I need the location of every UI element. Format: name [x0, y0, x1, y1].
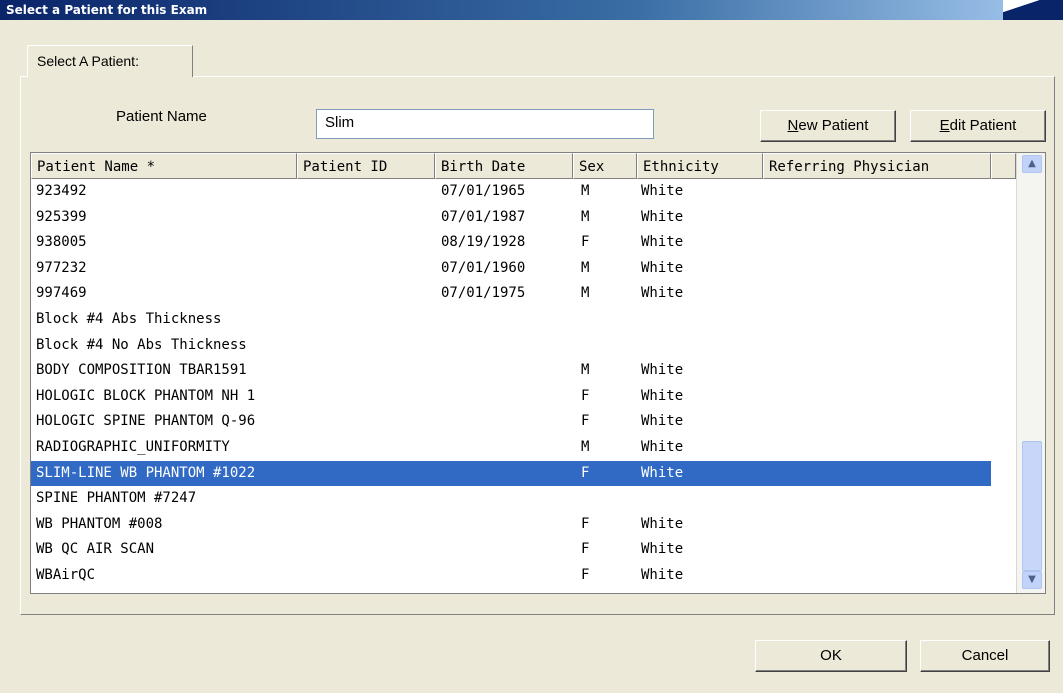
birth-date-cell: 07/01/1975	[441, 285, 526, 302]
table-row[interactable]: WB QC AIR SCAN F White	[31, 537, 1016, 563]
patient-name-cell: WBAirQC	[36, 566, 96, 583]
sex-cell: F	[581, 515, 590, 532]
sex-cell: M	[581, 183, 590, 199]
sex-cell: M	[581, 362, 590, 379]
ethnicity-cell: White	[641, 387, 684, 404]
table-row[interactable]: BODY COMPOSITION TBAR1591 M White	[31, 358, 1016, 384]
patient-name-cell: SLIM-LINE WB PHANTOM #1022	[36, 464, 256, 481]
table-row[interactable]: 977232 07/01/1960 M White	[31, 256, 1016, 282]
ethnicity-cell: White	[641, 259, 684, 276]
vertical-scrollbar[interactable]: ▲ ▼	[1016, 153, 1045, 593]
cancel-button[interactable]: Cancel	[920, 640, 1050, 672]
sex-cell: F	[581, 387, 590, 404]
birth-date-cell: 07/01/1987	[441, 208, 526, 225]
column-header-birth-date[interactable]: Birth Date	[435, 153, 573, 179]
chevron-down-icon: ▼	[1028, 574, 1036, 585]
patient-name-cell: 925399	[36, 208, 87, 225]
ethnicity-cell: White	[641, 234, 684, 251]
ok-button[interactable]: OK	[755, 640, 907, 672]
patient-name-cell: 923492	[36, 183, 87, 199]
window-title: Select a Patient for this Exam	[6, 3, 208, 17]
column-header-patient-name[interactable]: Patient Name *	[31, 153, 297, 179]
tab-select-a-patient[interactable]: Select A Patient:	[27, 45, 193, 77]
ethnicity-cell: White	[641, 464, 684, 481]
patient-name-cell: WB PHANTOM #008	[36, 515, 163, 532]
table-row[interactable]: SLIM-LINE WB PHANTOM #1022 F White	[31, 460, 991, 487]
ethnicity-cell: White	[641, 362, 684, 379]
patient-name-cell: Block #4 No Abs Thickness	[36, 336, 247, 353]
scroll-down-button[interactable]: ▼	[1022, 571, 1042, 589]
ethnicity-cell: White	[641, 541, 684, 558]
birth-date-cell: 07/01/1960	[441, 259, 526, 276]
patient-name-cell: SPINE PHANTOM #7247	[36, 490, 197, 507]
scrollbar-thumb[interactable]	[1022, 441, 1042, 571]
edit-patient-button[interactable]: Edit Patient	[910, 110, 1046, 142]
table-row[interactable]: Block #4 No Abs Thickness	[31, 333, 1016, 359]
patient-name-cell: RADIOGRAPHIC_UNIFORMITY	[36, 438, 230, 455]
patient-name-cell: 997469	[36, 285, 87, 302]
ethnicity-cell: White	[641, 183, 684, 199]
column-header-filler	[991, 153, 1016, 179]
title-bar: Select a Patient for this Exam	[0, 0, 1063, 20]
table-row[interactable]: 923492 07/01/1965 M White	[31, 179, 1016, 205]
table-row[interactable]: RADIOGRAPHIC_UNIFORMITY M White	[31, 435, 1016, 461]
table-row[interactable]: WBAirQC F White	[31, 563, 1016, 589]
table-row[interactable]: 997469 07/01/1975 M White	[31, 281, 1016, 307]
column-header-ethnicity[interactable]: Ethnicity	[637, 153, 763, 179]
ethnicity-cell: White	[641, 566, 684, 583]
edit-patient-label: dit Patient	[949, 117, 1017, 134]
chevron-up-icon: ▲	[1028, 158, 1036, 169]
table-row[interactable]: HOLOGIC SPINE PHANTOM Q-96 F White	[31, 409, 1016, 435]
scroll-up-button[interactable]: ▲	[1022, 155, 1042, 173]
table-row[interactable]: 925399 07/01/1987 M White	[31, 205, 1016, 231]
sex-cell: F	[581, 464, 590, 481]
sex-cell: M	[581, 285, 590, 302]
column-header-patient-id[interactable]: Patient ID	[297, 153, 435, 179]
patient-name-input[interactable]: Slim	[316, 109, 654, 139]
title-bar-decoration	[1003, 0, 1063, 20]
birth-date-cell: 08/19/1928	[441, 234, 526, 251]
new-patient-button[interactable]: New Patient	[760, 110, 896, 142]
birth-date-cell: 07/01/1965	[441, 183, 526, 199]
ethnicity-cell: White	[641, 413, 684, 430]
tab-label: Select A Patient:	[37, 53, 139, 69]
table-row[interactable]: HOLOGIC BLOCK PHANTOM NH 1 F White	[31, 384, 1016, 410]
sex-cell: F	[581, 566, 590, 583]
patient-name-cell: Block #4 Abs Thickness	[36, 310, 222, 327]
patient-name-cell: HOLOGIC BLOCK PHANTOM NH 1	[36, 387, 256, 404]
patient-name-cell: 977232	[36, 259, 87, 276]
new-patient-label: ew Patient	[798, 117, 869, 134]
ethnicity-cell: White	[641, 438, 684, 455]
patient-name-cell: WB QC AIR SCAN	[36, 541, 155, 558]
sex-cell: M	[581, 259, 590, 276]
patient-list[interactable]: Patient Name * Patient ID Birth Date Sex…	[30, 152, 1046, 594]
edit-patient-mnemonic: E	[939, 117, 950, 134]
table-row[interactable]: SPINE PHANTOM #7247	[31, 486, 1016, 512]
patient-name-cell: BODY COMPOSITION TBAR1591	[36, 362, 247, 379]
new-patient-mnemonic: N	[787, 117, 799, 134]
sex-cell: M	[581, 438, 590, 455]
table-row[interactable]: 938005 08/19/1928 F White	[31, 230, 1016, 256]
sex-cell: F	[581, 541, 590, 558]
sex-cell: M	[581, 208, 590, 225]
ethnicity-cell: White	[641, 515, 684, 532]
list-rows: 923492 07/01/1965 M White 925399 07/01/1987 M W…	[31, 179, 1016, 589]
column-header-referring-physician[interactable]: Referring Physician	[763, 153, 991, 179]
patient-name-cell: HOLOGIC SPINE PHANTOM Q-96	[36, 413, 256, 430]
table-row[interactable]: Block #4 Abs Thickness	[31, 307, 1016, 333]
patient-name-cell: 938005	[36, 234, 87, 251]
list-header: Patient Name * Patient ID Birth Date Sex…	[31, 153, 1016, 179]
column-header-sex[interactable]: Sex	[573, 153, 637, 179]
ethnicity-cell: White	[641, 208, 684, 225]
sex-cell: F	[581, 413, 590, 430]
ethnicity-cell: White	[641, 285, 684, 302]
sex-cell: F	[581, 234, 590, 251]
patient-name-label: Patient Name	[116, 108, 207, 125]
table-row[interactable]: WB PHANTOM #008 F White	[31, 512, 1016, 538]
